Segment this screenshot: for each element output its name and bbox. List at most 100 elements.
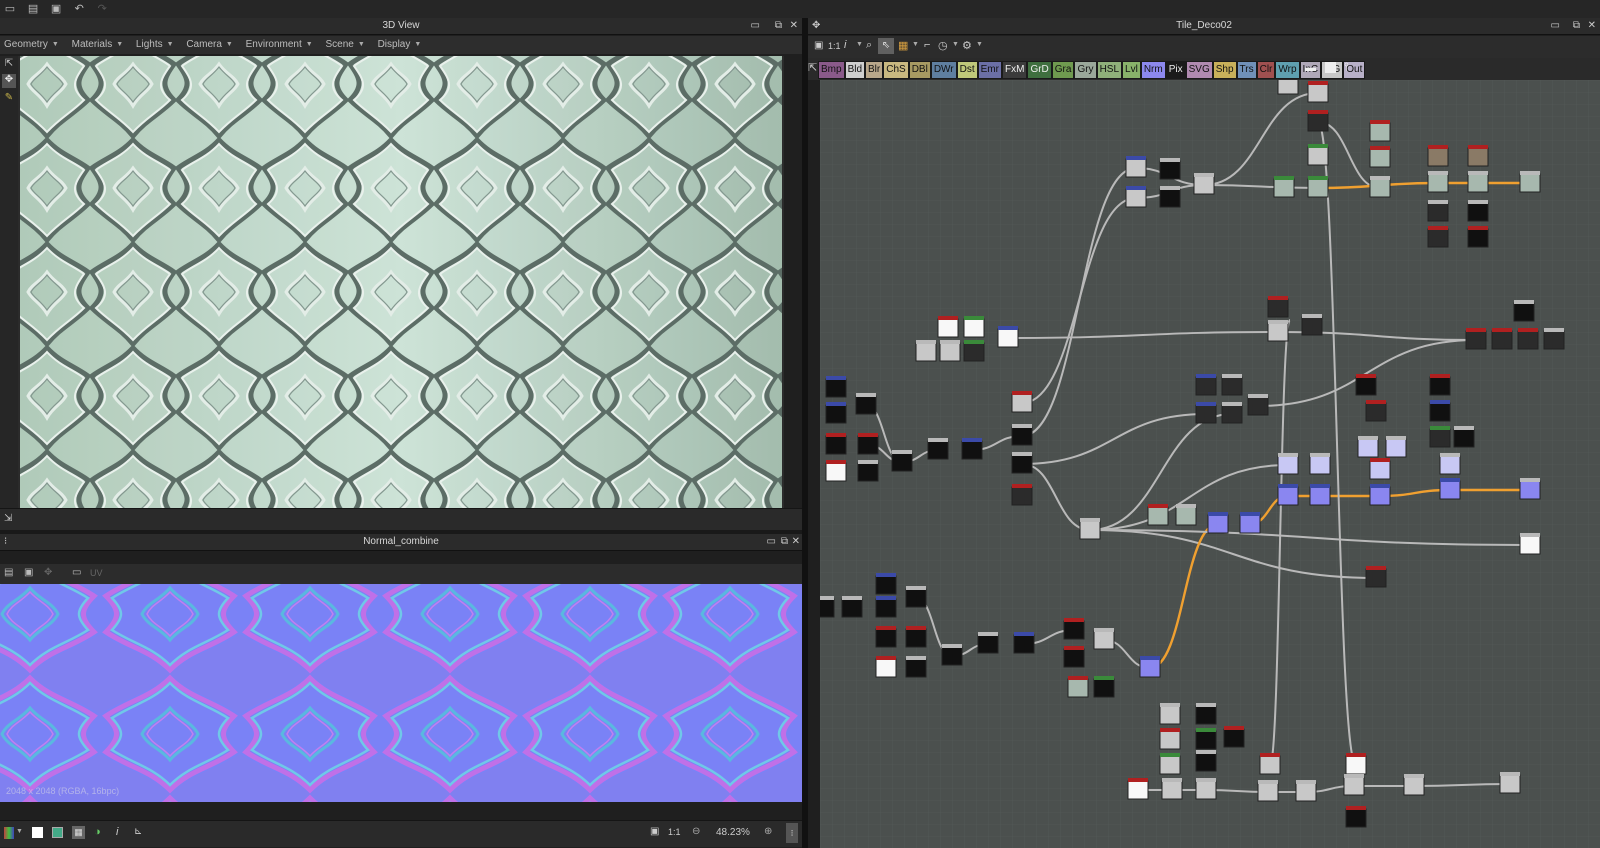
menu-scene[interactable]: Scene ▼ [325, 39, 364, 50]
category-lvl[interactable]: Lvl [1122, 61, 1141, 79]
graph-node[interactable] [1093, 628, 1115, 650]
category-bld[interactable]: Bld [844, 61, 866, 79]
graph-node[interactable] [825, 433, 847, 455]
graph-node[interactable] [1369, 458, 1391, 480]
graph-node[interactable] [1247, 394, 1269, 416]
tiling-icon[interactable]: ▦ [72, 826, 85, 839]
graph-node[interactable] [1079, 518, 1101, 540]
timer-icon[interactable]: ◷ [938, 39, 948, 52]
fit-view-icon[interactable]: ▣ [650, 826, 659, 837]
graph-node[interactable] [855, 393, 877, 415]
graph-node[interactable] [1519, 478, 1541, 500]
graph-node[interactable] [1369, 120, 1391, 142]
graph-node[interactable] [1195, 750, 1217, 772]
menu-geometry[interactable]: Geometry ▼ [4, 39, 59, 50]
graph-node[interactable] [1159, 158, 1181, 180]
graph-node[interactable] [857, 460, 879, 482]
panel-splitter[interactable] [802, 18, 808, 848]
graph-node[interactable] [1259, 753, 1281, 775]
graph-node[interactable] [1307, 81, 1329, 103]
graph-node[interactable] [1195, 703, 1217, 725]
graph-node[interactable] [1467, 145, 1489, 167]
graph-node[interactable] [1195, 778, 1217, 800]
panel-menu-icon[interactable]: ⁝ [4, 534, 7, 550]
category-svg[interactable]: SVG [1185, 61, 1213, 79]
category-pix[interactable]: Pix [1165, 61, 1186, 79]
open-file-icon[interactable]: ▤ [26, 3, 40, 15]
graph-node[interactable] [1357, 436, 1379, 458]
graph-node[interactable] [857, 433, 879, 455]
graph-node[interactable] [1267, 296, 1289, 318]
graph-node[interactable] [1277, 484, 1299, 506]
graph-node[interactable] [1125, 186, 1147, 208]
category-dwr[interactable]: DWr [930, 61, 957, 79]
graph-node[interactable] [997, 326, 1019, 348]
background-checker-icon[interactable] [52, 827, 63, 838]
chevron-down-icon[interactable]: ▼ [16, 828, 23, 835]
graph-node[interactable] [1013, 632, 1035, 654]
graph-node[interactable] [1355, 374, 1377, 396]
ratio-label[interactable]: 1:1 [668, 827, 681, 837]
graph-ratio-label[interactable]: 1:1 [828, 41, 841, 51]
color-picker-icon[interactable]: ◑ [94, 826, 101, 838]
histogram-icon[interactable]: ⊾ [134, 826, 142, 837]
search-icon[interactable]: ⌕ [866, 39, 872, 52]
graph-node[interactable] [1499, 772, 1521, 794]
frame-icon[interactable] [1325, 62, 1336, 73]
graph-node[interactable] [1369, 484, 1391, 506]
graph-node[interactable] [891, 450, 913, 472]
category-nrm[interactable]: Nrm [1140, 61, 1166, 79]
align-icon[interactable]: ⌐ [924, 39, 930, 51]
category-dst[interactable]: Dst [956, 61, 978, 79]
graph-node[interactable] [905, 656, 927, 678]
graph-node[interactable] [1207, 512, 1229, 534]
graph-node[interactable] [875, 656, 897, 678]
graph-node[interactable] [1195, 402, 1217, 424]
category-fxm[interactable]: FxM [1001, 61, 1028, 79]
graph-node[interactable] [1429, 426, 1451, 448]
chevron-down-icon[interactable]: ▼ [952, 41, 959, 48]
uv-display-icon[interactable]: ▭ [72, 567, 81, 578]
close-icon[interactable]: ✕ [792, 534, 800, 550]
graph-node[interactable] [1513, 300, 1535, 322]
menu-camera[interactable]: Camera ▼ [186, 39, 233, 50]
light-tool-icon[interactable]: ✎ [2, 92, 16, 106]
graph-node[interactable] [1195, 374, 1217, 396]
undo-icon[interactable]: ↶ [72, 3, 86, 15]
category-clr[interactable]: Clr [1256, 61, 1276, 79]
pin-icon[interactable]: ▭ [1551, 18, 1560, 34]
graph-node[interactable] [1517, 328, 1539, 350]
graph-node[interactable] [841, 596, 863, 618]
graph-node[interactable] [1345, 806, 1367, 828]
graph-canvas[interactable] [820, 80, 1600, 848]
info-icon[interactable]: i [844, 39, 846, 51]
channel-select-icon[interactable] [4, 827, 14, 839]
graph-node[interactable] [1439, 478, 1461, 500]
graph-node[interactable] [1295, 780, 1317, 802]
graph-node[interactable] [1273, 176, 1295, 198]
graph-node[interactable] [1221, 374, 1243, 396]
graph-node[interactable] [1221, 402, 1243, 424]
select-tool-icon[interactable]: ⇖ [878, 38, 894, 54]
graph-node[interactable] [1365, 400, 1387, 422]
graph-node[interactable] [1519, 533, 1541, 555]
menu-display[interactable]: Display ▼ [378, 39, 422, 50]
graph-node[interactable] [1369, 146, 1391, 168]
graph-node[interactable] [977, 632, 999, 654]
graph-node[interactable] [1011, 424, 1033, 446]
category-wrp[interactable]: Wrp [1275, 61, 1300, 79]
category-dbl[interactable]: DBl [908, 61, 931, 79]
graph-node[interactable] [1011, 452, 1033, 474]
graph-node[interactable] [1369, 176, 1391, 198]
graph-node[interactable] [1127, 778, 1149, 800]
close-icon[interactable]: ✕ [1588, 18, 1596, 34]
save-image-icon[interactable]: ▣ [24, 567, 33, 578]
graph-node[interactable] [1277, 453, 1299, 475]
graph-node[interactable] [1429, 374, 1451, 396]
graph-node[interactable] [1063, 618, 1085, 640]
graph-node[interactable] [1427, 171, 1449, 193]
mode-icon[interactable]: ✥ [44, 567, 52, 578]
graph-node[interactable] [1307, 176, 1329, 198]
new-file-icon[interactable]: ▭ [3, 3, 17, 15]
menu-materials[interactable]: Materials ▼ [72, 39, 124, 50]
